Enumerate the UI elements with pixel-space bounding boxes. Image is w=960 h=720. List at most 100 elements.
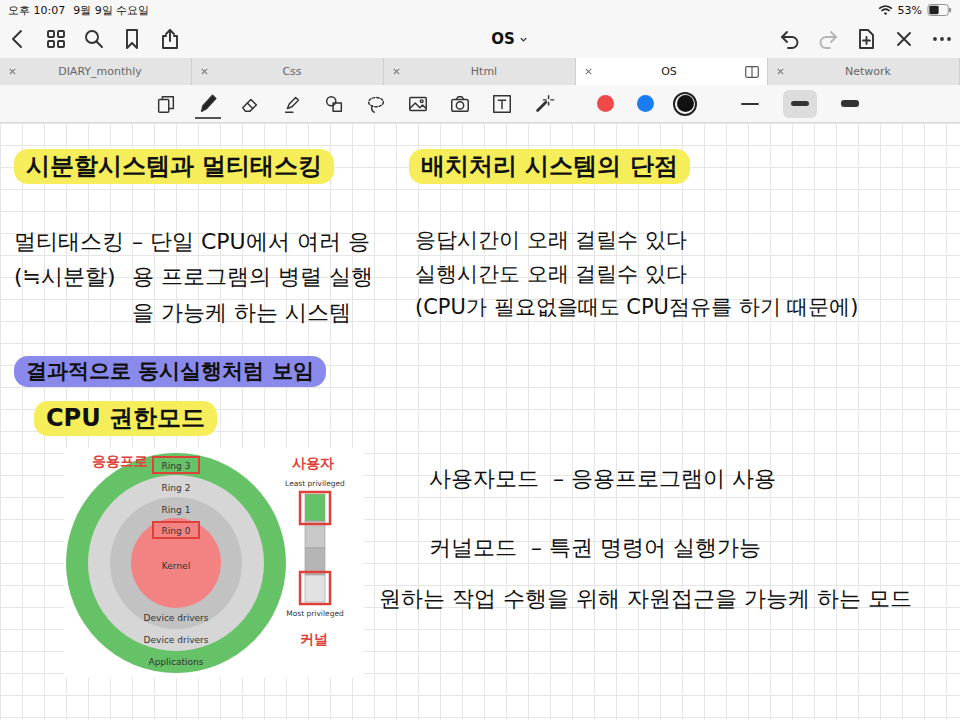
redo-button[interactable] <box>816 27 840 51</box>
split-view-icon[interactable] <box>745 66 759 78</box>
image-icon <box>407 93 429 115</box>
text-icon <box>491 93 513 115</box>
pen-tool[interactable] <box>195 89 221 119</box>
lasso-icon <box>365 93 387 115</box>
definition: 멀티태스킹(≒시분할)– 단일 CPU에서 여러 응용 프로그램의 병렬 실행을… <box>14 224 399 330</box>
undo-button[interactable] <box>778 27 802 51</box>
definition-aside: (≒시분할) <box>14 259 124 294</box>
tab-label: Network <box>785 65 951 78</box>
thick-width-button[interactable] <box>833 90 867 118</box>
lasso-tool[interactable] <box>363 89 389 119</box>
ring-label: Ring 2 <box>162 483 191 493</box>
ring-layer-label: Kernel <box>162 561 190 571</box>
status-date: 9월 9일 수요일 <box>73 3 149 18</box>
grid-button[interactable] <box>44 27 68 51</box>
close-icon[interactable] <box>776 67 785 76</box>
wifi-icon <box>878 5 893 16</box>
mode-note: 원하는 작업 수행을 위해 자원접근을 가능케 하는 모드 <box>379 582 940 615</box>
eraser-tool[interactable] <box>237 89 263 119</box>
pen-icon <box>197 92 219 114</box>
highlighted-heading: 배치처리 시스템의 단점 <box>409 149 690 184</box>
ring <box>88 475 264 651</box>
laser-icon <box>533 93 555 115</box>
battery-percent: 53% <box>898 4 922 17</box>
add-page-icon <box>854 27 878 51</box>
annotation-box <box>153 457 199 473</box>
ring-label: Ring 0 <box>162 526 191 536</box>
medium-width-button[interactable] <box>783 90 817 118</box>
laser-tool[interactable] <box>531 89 557 119</box>
tab[interactable]: Css <box>192 58 384 85</box>
eraser-icon <box>239 93 261 115</box>
toolbar: OS <box>0 20 960 58</box>
highlighter-icon <box>281 93 303 115</box>
chevron-down-icon <box>518 34 529 45</box>
close-icon[interactable] <box>200 67 209 76</box>
close-icon[interactable] <box>584 67 593 76</box>
tab[interactable]: OS <box>576 58 768 85</box>
definition-term: 멀티태스킹 <box>14 224 124 259</box>
mode-line: 커널모드– 특권 명령어 실행가능 <box>379 531 940 564</box>
more-button[interactable] <box>930 27 954 51</box>
ring-label: Ring 1 <box>162 505 191 515</box>
annotation-text: 커널 <box>300 631 328 647</box>
tab-bar: DIARY_monthly Css HtmlOS Network <box>0 58 960 85</box>
note-page[interactable]: 시분할시스템과 멀티태스킹멀티태스킹(≒시분할)– 단일 CPU에서 여러 응용… <box>0 123 960 720</box>
protection-ring-diagram: Ring 3ApplicationsRing 2Device driversRi… <box>64 448 364 678</box>
back-icon <box>6 27 30 51</box>
more-icon <box>930 27 954 51</box>
tab-label: Css <box>209 65 375 78</box>
close-icon[interactable] <box>8 67 17 76</box>
highlighted-heading: 시분할시스템과 멀티태스킹 <box>14 149 334 184</box>
page-icon <box>155 93 177 115</box>
back-button[interactable] <box>6 27 30 51</box>
bookmark-button[interactable] <box>120 27 144 51</box>
note-line: 응답시간이 오래 걸릴수 있다 <box>409 224 940 258</box>
color-swatch[interactable] <box>673 92 697 116</box>
highlighted-heading: 결과적으로 동시실행처럼 보임 <box>14 356 326 387</box>
shapes-tool[interactable] <box>321 89 347 119</box>
color-swatch[interactable] <box>593 92 617 116</box>
close-button[interactable] <box>892 27 916 51</box>
search-button[interactable] <box>82 27 106 51</box>
battery-icon <box>927 4 952 16</box>
thin-width-button[interactable] <box>733 90 767 118</box>
undo-icon <box>778 27 802 51</box>
ring-layer-label: Device drivers <box>144 613 209 623</box>
tool-palette <box>0 85 960 123</box>
close-icon[interactable] <box>392 67 401 76</box>
document-title[interactable]: OS <box>491 30 529 48</box>
bookmark-icon <box>120 27 144 51</box>
annotation-text: 사용자 <box>292 455 334 471</box>
color-swatch[interactable] <box>633 92 657 116</box>
text-tool[interactable] <box>489 89 515 119</box>
ring-label: Ring 3 <box>162 461 191 471</box>
grid-icon <box>44 27 68 51</box>
search-icon <box>82 27 106 51</box>
page-tool[interactable] <box>153 89 179 119</box>
share-button[interactable] <box>158 27 182 51</box>
status-time: 오후 10:07 <box>8 3 65 18</box>
status-bar: 오후 10:07 9월 9일 수요일 53% <box>0 0 960 20</box>
camera-tool[interactable] <box>447 89 473 119</box>
image-tool[interactable] <box>405 89 431 119</box>
annotation-text: 응용프로 <box>92 453 148 469</box>
highlighter-tool[interactable] <box>279 89 305 119</box>
scale-segment <box>305 494 325 521</box>
scale-top-label: Least privileged <box>285 479 345 488</box>
highlighted-heading: CPU 권한모드 <box>34 401 217 436</box>
definition-text: – 단일 CPU에서 여러 응용 프로그램의 병렬 실행을 가능케 하는 시스템 <box>132 224 382 330</box>
ring <box>110 497 242 629</box>
note-line: (CPU가 필요없을때도 CPU점유를 하기 때문에) <box>409 291 940 325</box>
scale-bottom-label: Most privileged <box>286 609 344 618</box>
tab-label: DIARY_monthly <box>17 65 183 78</box>
close-icon <box>892 27 916 51</box>
redo-icon <box>816 27 840 51</box>
tab[interactable]: Html <box>384 58 576 85</box>
annotation-box <box>153 522 199 538</box>
add-page-button[interactable] <box>854 27 878 51</box>
shapes-icon <box>323 93 345 115</box>
tab[interactable]: Network <box>768 58 960 85</box>
note-line: 실행시간도 오래 걸릴수 있다 <box>409 258 940 292</box>
tab[interactable]: DIARY_monthly <box>0 58 192 85</box>
